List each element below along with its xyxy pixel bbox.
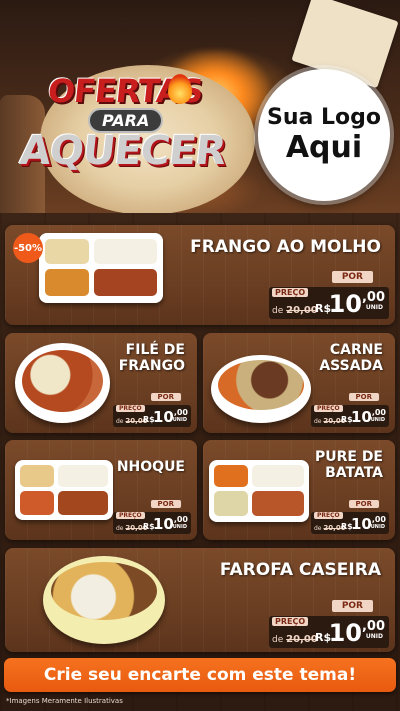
preco-label: PREÇO: [314, 405, 343, 412]
preco-label: PREÇO: [116, 512, 145, 519]
product-card-carne-assada: CARNE ASSADA POR PREÇO de 20,00 R$ 10,00…: [203, 333, 395, 433]
de-label: de: [272, 635, 284, 645]
cta-button[interactable]: Crie seu encarte com este tema!: [4, 658, 396, 692]
por-label: POR: [331, 271, 373, 283]
compartment-rice: [94, 239, 157, 264]
de-label: de: [116, 525, 124, 532]
unit-label: UNID: [370, 417, 385, 423]
product-card-farofa-caseira: FAROFA CASEIRA POR PREÇO de 20,00 R$ 10,…: [5, 548, 395, 652]
flame-icon: [168, 74, 192, 104]
price-int: 10: [350, 515, 372, 533]
food-tray-image: [39, 233, 163, 303]
product-card-frango-ao-molho: -50% FRANGO AO MOLHO POR PREÇO de 20,00 …: [5, 225, 395, 325]
price-tag: POR PREÇO de 20,00 R$ 10,00 UNID: [113, 500, 191, 534]
price-cents: ,00: [173, 408, 188, 417]
unit-label: UNID: [365, 633, 383, 640]
compartment-carrots: [45, 269, 89, 296]
price-tag: POR PREÇO de 20,00 R$ 10,00 UNID: [269, 600, 389, 648]
product-name: FAROFA CASEIRA: [219, 560, 381, 580]
preco-label: PREÇO: [272, 617, 309, 626]
price-tag: POR PREÇO de 20,00 R$ 10,00 UNID: [113, 393, 191, 427]
logo-text-line2: Aqui: [285, 130, 363, 165]
price-tag: POR PREÇO de 20,00 R$ 10,00 UNID: [311, 500, 389, 534]
price-tag: POR PREÇO de 20,00 R$ 10,00 UNID: [311, 393, 389, 427]
price-cents: ,00: [371, 408, 386, 417]
price-int: 10: [328, 619, 362, 647]
price-cents: ,00: [361, 619, 385, 634]
price-cents: ,00: [173, 515, 188, 524]
price-box: PREÇO de 20,00 R$ 10,00 UNID: [269, 616, 389, 648]
price-box: PREÇO de 20,00 R$ 10,00 UNID: [113, 405, 191, 427]
price-int: 10: [152, 515, 174, 533]
price-box: PREÇO de 20,00 R$ 10,00 UNID: [311, 512, 389, 534]
price-box: PREÇO de 20,00 R$ 10,00 UNID: [311, 405, 389, 427]
preco-label: PREÇO: [314, 512, 343, 519]
por-label: POR: [348, 500, 379, 508]
product-name: CARNE ASSADA: [319, 342, 383, 374]
por-label: POR: [348, 393, 379, 401]
old-price-value: 20,00: [286, 305, 318, 316]
product-name: FRANGO AO MOLHO: [190, 237, 381, 257]
de-label: de: [116, 418, 124, 425]
bowl-food: [51, 562, 157, 620]
price-box: PREÇO de 20,00 R$ 10,00 UNID: [269, 287, 389, 319]
product-card-file-de-frango: FILÉ DE FRANGO POR PREÇO de 20,00 R$ 10,…: [5, 333, 197, 433]
old-price-value: 20,00: [286, 634, 318, 645]
de-label: de: [314, 525, 322, 532]
logo-text-line1: Sua Logo: [266, 105, 381, 130]
preco-label: PREÇO: [272, 288, 309, 297]
compartment-stew: [214, 465, 248, 487]
de-label: de: [272, 306, 284, 316]
campaign-title: OFERTAS PARA AQUECER: [18, 72, 258, 192]
old-price: de 20,00: [272, 634, 318, 645]
unit-label: UNID: [365, 304, 383, 311]
compartment-rice-yellow: [45, 239, 89, 264]
food-bowl-image: [43, 556, 165, 644]
por-label: POR: [150, 393, 181, 401]
compartment-potato: [20, 465, 54, 487]
compartment-meat: [252, 491, 304, 516]
product-card-nhoque: NHOQUE POR PREÇO de 20,00 R$ 10,00 UNID: [5, 440, 197, 540]
unit-label: UNID: [172, 417, 187, 423]
compartment-chicken: [94, 269, 157, 296]
price-box: PREÇO de 20,00 R$ 10,00 UNID: [113, 512, 191, 534]
por-label: POR: [331, 600, 373, 612]
unit-label: UNID: [172, 524, 187, 530]
price-cents: ,00: [371, 515, 386, 524]
header-banner: OFERTAS PARA AQUECER Sua Logo Aqui: [0, 0, 400, 215]
unit-label: UNID: [370, 524, 385, 530]
preco-label: PREÇO: [116, 405, 145, 412]
price-int: 10: [350, 408, 372, 426]
price-tag: POR PREÇO de 20,00 R$ 10,00 UNID: [269, 271, 389, 319]
compartment-gnocchi: [20, 491, 54, 515]
price-int: 10: [152, 408, 174, 426]
de-label: de: [314, 418, 322, 425]
title-aquecer: AQUECER: [17, 128, 228, 174]
product-name: NHOQUE: [116, 459, 185, 475]
por-label: POR: [150, 500, 181, 508]
compartment-mash: [214, 491, 248, 516]
old-price: de 20,00: [272, 305, 318, 316]
logo-placeholder: Sua Logo Aqui: [258, 69, 390, 201]
discount-badge: -50%: [13, 233, 43, 263]
product-name: PURE DE BATATA: [314, 449, 383, 481]
price-cents: ,00: [361, 290, 385, 305]
product-name: FILÉ DE FRANGO: [118, 342, 185, 374]
price-int: 10: [328, 290, 362, 318]
product-card-pure-de-batata: PURE DE BATATA POR PREÇO de 20,00 R$ 10,…: [203, 440, 395, 540]
disclaimer-text: *Imagens Meramente Ilustrativas: [6, 697, 123, 705]
compartment-meat: [58, 491, 108, 515]
